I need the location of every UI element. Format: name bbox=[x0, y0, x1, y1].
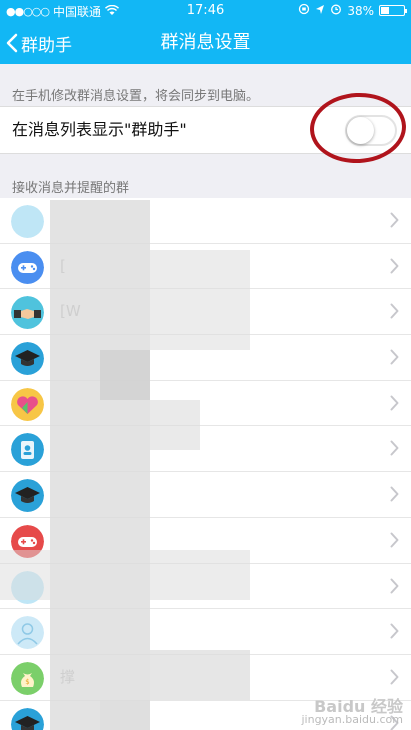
watermark: Baidu 经验 jingyan.baidu.com bbox=[301, 697, 403, 727]
chevron-right-icon bbox=[390, 669, 399, 689]
id-badge-icon bbox=[11, 433, 44, 467]
chevron-right-icon bbox=[390, 258, 399, 278]
chevron-right-icon bbox=[390, 303, 399, 323]
gamepad-icon bbox=[11, 250, 44, 284]
graduation-cap-icon bbox=[11, 342, 44, 376]
rotation-lock-icon bbox=[298, 3, 310, 18]
privacy-blur bbox=[150, 400, 200, 450]
show-in-list-row: 在消息列表显示"群助手" bbox=[0, 106, 411, 154]
location-icon bbox=[315, 4, 325, 18]
chevron-right-icon bbox=[390, 440, 399, 460]
chevron-right-icon bbox=[390, 349, 399, 369]
toggle-knob bbox=[347, 117, 374, 144]
show-in-list-label: 在消息列表显示"群助手" bbox=[12, 120, 187, 139]
heart-icon bbox=[11, 387, 44, 421]
privacy-blur bbox=[100, 350, 150, 400]
chevron-right-icon bbox=[390, 395, 399, 415]
chevron-right-icon bbox=[390, 486, 399, 506]
handshake-icon bbox=[11, 296, 44, 330]
privacy-blur bbox=[100, 700, 150, 730]
graduation-cap-icon bbox=[11, 707, 44, 730]
chevron-right-icon bbox=[390, 578, 399, 598]
svg-text:$: $ bbox=[25, 678, 29, 686]
section-title: 接收消息并提醒的群 bbox=[12, 181, 130, 196]
battery-icon bbox=[379, 5, 407, 16]
blurred-icon bbox=[11, 205, 44, 238]
privacy-blur bbox=[50, 200, 150, 730]
alarm-icon bbox=[330, 3, 342, 18]
chevron-right-icon bbox=[390, 532, 399, 552]
battery-percent: 38% bbox=[347, 3, 374, 18]
privacy-blur bbox=[150, 550, 250, 600]
chevron-right-icon bbox=[390, 212, 399, 232]
watermark-url: jingyan.baidu.com bbox=[301, 713, 403, 726]
nav-bar: 群助手 群消息设置 bbox=[0, 22, 411, 64]
graduation-cap-icon bbox=[11, 479, 44, 513]
page-title: 群消息设置 bbox=[160, 32, 251, 53]
watermark-brand: Baidu 经验 bbox=[314, 697, 403, 716]
show-in-list-toggle[interactable] bbox=[345, 115, 397, 146]
privacy-blur bbox=[150, 650, 250, 700]
money-bag-icon: $ bbox=[11, 661, 44, 695]
sync-hint: 在手机修改群消息设置，将会同步到电脑。 bbox=[12, 89, 260, 104]
user-icon bbox=[11, 616, 44, 650]
status-bar: ●●○○○ 中国联通 17:46 38% bbox=[0, 0, 411, 22]
privacy-blur bbox=[0, 550, 50, 600]
chevron-right-icon bbox=[390, 623, 399, 643]
privacy-blur bbox=[150, 250, 250, 350]
